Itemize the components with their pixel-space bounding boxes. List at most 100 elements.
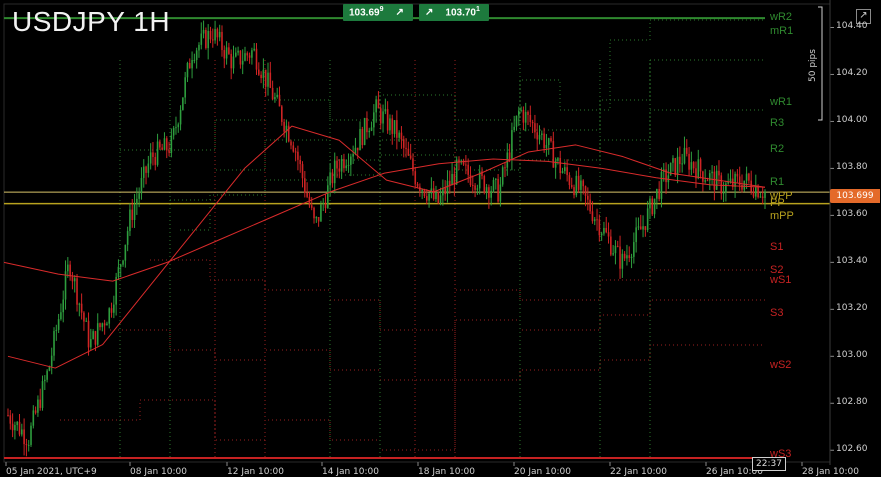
candle-body [545, 145, 548, 149]
x-axis-label: 18 Jan 10:00 [418, 467, 475, 477]
candle-body [129, 209, 131, 232]
candle-body [520, 109, 522, 111]
candle-body [485, 187, 488, 193]
candle-body [428, 193, 430, 201]
candle-body [580, 180, 582, 190]
level-label-s1: S1 [770, 241, 784, 254]
candle-body [18, 421, 21, 435]
candle-body [483, 175, 486, 193]
y-axis-label: 103.60 [836, 209, 868, 220]
candle-body [674, 158, 677, 176]
candle-body [513, 126, 516, 131]
level-label-mpp: mPP [770, 209, 794, 222]
candle-body [382, 111, 384, 124]
candle-body [605, 227, 608, 233]
candle-body [234, 52, 237, 57]
x-axis-label: 08 Jan 10:00 [130, 467, 187, 477]
candle-body [494, 178, 497, 180]
candle-body [152, 152, 154, 157]
candle-body [182, 97, 184, 110]
candle-body [389, 118, 391, 131]
candle-body [462, 160, 465, 165]
candle-body [642, 226, 644, 230]
candle-body [297, 151, 299, 160]
candle-body [350, 156, 352, 165]
candle-body [313, 207, 315, 219]
candle-body [488, 187, 490, 198]
y-axis-label: 103.40 [836, 256, 868, 267]
candle-body [405, 147, 407, 149]
candle-body [57, 319, 60, 330]
candle-body [200, 33, 203, 45]
candle-body [177, 124, 180, 128]
candle-body [48, 366, 51, 371]
candle-body [577, 175, 580, 190]
level-label-r3: R3 [770, 116, 785, 129]
candle-body [327, 185, 329, 208]
pivot-stair-line [60, 344, 765, 451]
current-price-tag: 103.699 [830, 189, 880, 203]
candle-body [262, 69, 265, 79]
candle-body [237, 50, 239, 53]
candle-body [50, 355, 53, 367]
candle-body [409, 155, 412, 159]
candle-body [264, 69, 267, 87]
candle-body [338, 168, 341, 172]
candle-body [425, 196, 428, 201]
candle-body [142, 166, 145, 178]
candle-body [188, 62, 191, 69]
candle-body [685, 147, 688, 154]
candle-body [455, 159, 458, 185]
candle-body [725, 183, 727, 193]
candle-body [41, 381, 44, 408]
candle-body [552, 141, 555, 168]
candle-body [133, 204, 136, 221]
x-axis-label: 20 Jan 10:00 [514, 467, 571, 477]
buy-button[interactable]: ↗ 103.701 [419, 4, 489, 21]
candle-body [232, 56, 235, 69]
candle-body [587, 195, 589, 200]
candle-body [278, 94, 281, 107]
candle-body [720, 175, 723, 194]
candle-body [432, 188, 435, 200]
candle-body [633, 242, 635, 257]
candle-body [614, 245, 617, 254]
candle-body [340, 159, 343, 172]
candle-body [193, 59, 196, 61]
candle-body [216, 29, 219, 38]
candle-body [536, 132, 539, 140]
candle-body [223, 50, 226, 59]
candle-body [635, 227, 637, 243]
candle-body [469, 174, 472, 186]
candle-body [400, 132, 403, 140]
candle-body [398, 132, 400, 138]
candle-body [175, 127, 177, 129]
candle-body [214, 29, 216, 41]
pivot-stair-line [159, 19, 765, 151]
candle-body [748, 173, 750, 181]
y-axis-label: 104.40 [836, 21, 868, 32]
candle-body [522, 109, 525, 123]
candle-body [679, 156, 681, 164]
candle-body [269, 72, 272, 88]
candle-body [575, 175, 578, 196]
candle-body [301, 164, 304, 179]
price-chart[interactable] [0, 0, 881, 477]
y-axis-label: 104.00 [836, 115, 868, 126]
candle-body [99, 323, 101, 328]
candle-body [384, 109, 387, 112]
candle-body [211, 39, 214, 41]
pivot-stair-line [150, 259, 765, 331]
sell-price: 103.699 [349, 6, 384, 19]
candle-body [161, 147, 163, 150]
candle-body [94, 331, 97, 345]
candle-body [221, 31, 223, 51]
candle-body [414, 171, 417, 184]
candle-body [76, 278, 78, 305]
y-axis-label: 103.20 [836, 303, 868, 314]
candle-body [186, 62, 189, 78]
candle-body [260, 74, 262, 79]
sell-button[interactable]: 103.699 ↗ [343, 4, 413, 21]
candle-body [435, 192, 437, 200]
candle-body [352, 154, 354, 157]
